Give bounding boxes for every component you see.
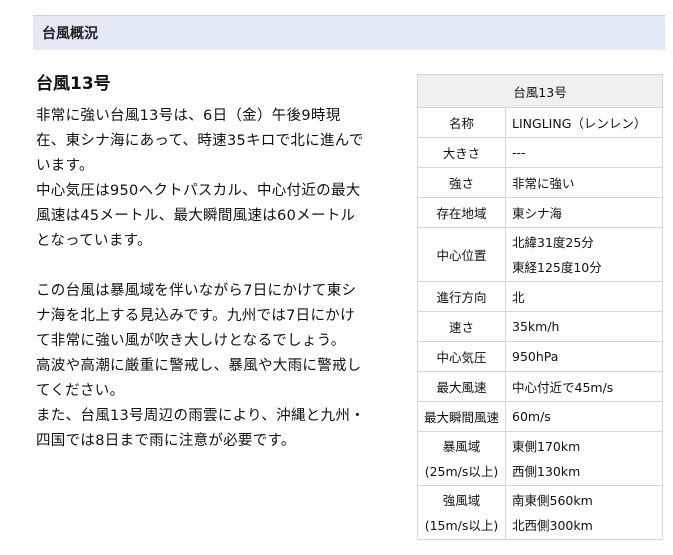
table-row: 速さ 35km/h [417,311,663,342]
text-line: て非常に強い風が吹き大しけとなるでしょう。 [36,333,346,349]
text-line: この台風は暴風域を伴いながら7日にかけて東シ [36,283,357,299]
label-line: 暴風域 [442,438,481,454]
storm-paragraph-1: 非常に強い台風13号は、6日（金）午後9時現 在、東シナ海にあって、時速35キロ… [36,104,404,254]
row-label: 強さ [417,167,506,198]
table-row: 暴風域 (25m/s以上) 東側170km 西側130km [417,431,663,486]
row-label: 中心位置 [417,227,506,282]
value-line: 西側130km [512,463,581,479]
row-value: 東側170km 西側130km [505,431,663,486]
row-label: 進行方向 [417,281,506,312]
text-line: 中心気圧は950ヘクトパスカル、中心付近の最大 [36,183,361,199]
table-row: 名称 LINGLING（レンレン） [417,107,663,138]
row-value: 950hPa [505,341,663,372]
table-row: 強風域 (15m/s以上) 南東側560km 北西側300km [417,485,663,540]
row-label: 速さ [417,311,506,342]
row-label: 存在地域 [417,197,506,228]
table-row: 最大瞬間風速 60m/s [417,401,663,432]
text-line: 非常に強い台風13号は、6日（金）午後9時現 [36,108,341,124]
table-row: 強さ 非常に強い [417,167,663,198]
label-line: (15m/s以上) [424,517,499,533]
value-line: 東経125度10分 [512,259,602,275]
typhoon-info-table: 台風13号 名称 LINGLING（レンレン） 大きさ --- 強さ 非常に強い… [417,74,663,540]
value-line: 東側170km [512,438,581,454]
row-label: 名称 [417,107,506,138]
row-label: 最大瞬間風速 [417,401,506,432]
table-row: 最大風速 中心付近で45m/s [417,371,663,402]
row-label: 大きさ [417,137,506,168]
table-row: 中心位置 北緯31度25分 東経125度10分 [417,227,663,282]
value-line: 北西側300km [512,517,593,533]
row-label: 最大風速 [417,371,506,402]
row-label: 暴風域 (25m/s以上) [417,431,506,486]
row-value: --- [505,137,663,168]
table-caption: 台風13号 [417,74,663,108]
row-value: 南東側560km 北西側300km [505,485,663,540]
section-header: 台風概況 [33,15,665,50]
row-value: 非常に強い [505,167,663,198]
row-value: 北 [505,281,663,312]
row-value: 中心付近で45m/s [505,371,663,402]
text-line: 四国では8日まで雨に注意が必要です。 [36,433,296,449]
row-value: 北緯31度25分 東経125度10分 [505,227,663,282]
table-row: 存在地域 東シナ海 [417,197,663,228]
table-row: 中心気圧 950hPa [417,341,663,372]
row-value: LINGLING（レンレン） [505,107,663,138]
table-row: 進行方向 北 [417,281,663,312]
label-line: 強風域 [442,492,481,508]
storm-paragraph-2: この台風は暴風域を伴いながら7日にかけて東シ ナ海を北上する見込みです。九州では… [36,279,404,454]
storm-heading: 台風13号 [36,74,111,94]
text-line: 在、東シナ海にあって、時速35キロで北に進んで [36,133,364,149]
section-title: 台風概況 [42,26,98,42]
row-value: 東シナ海 [505,197,663,228]
text-line: また、台風13号周辺の雨雲により、沖縄と九州・ [36,408,365,424]
table-row: 大きさ --- [417,137,663,168]
text-line: となっています。 [36,233,152,249]
value-line: 北緯31度25分 [512,234,594,250]
label-line: (25m/s以上) [424,463,499,479]
value-line: 南東側560km [512,492,593,508]
text-line: 高波や高潮に厳重に警戒し、暴風や大雨に警戒し [36,358,362,374]
table-header-row: 台風13号 [417,74,663,108]
text-line: てください。 [36,383,125,399]
row-label: 強風域 (15m/s以上) [417,485,506,540]
storm-summary: 台風13号 非常に強い台風13号は、6日（金）午後9時現 在、東シナ海にあって、… [36,70,404,454]
text-line: います。 [36,158,94,174]
row-value: 35km/h [505,311,663,342]
row-value: 60m/s [505,401,663,432]
text-line: ナ海を北上する見込みです。九州では7日にかけ [36,308,355,324]
row-label: 中心気圧 [417,341,506,372]
text-line: 風速は45メートル、最大瞬間風速は60メートル [36,208,356,224]
